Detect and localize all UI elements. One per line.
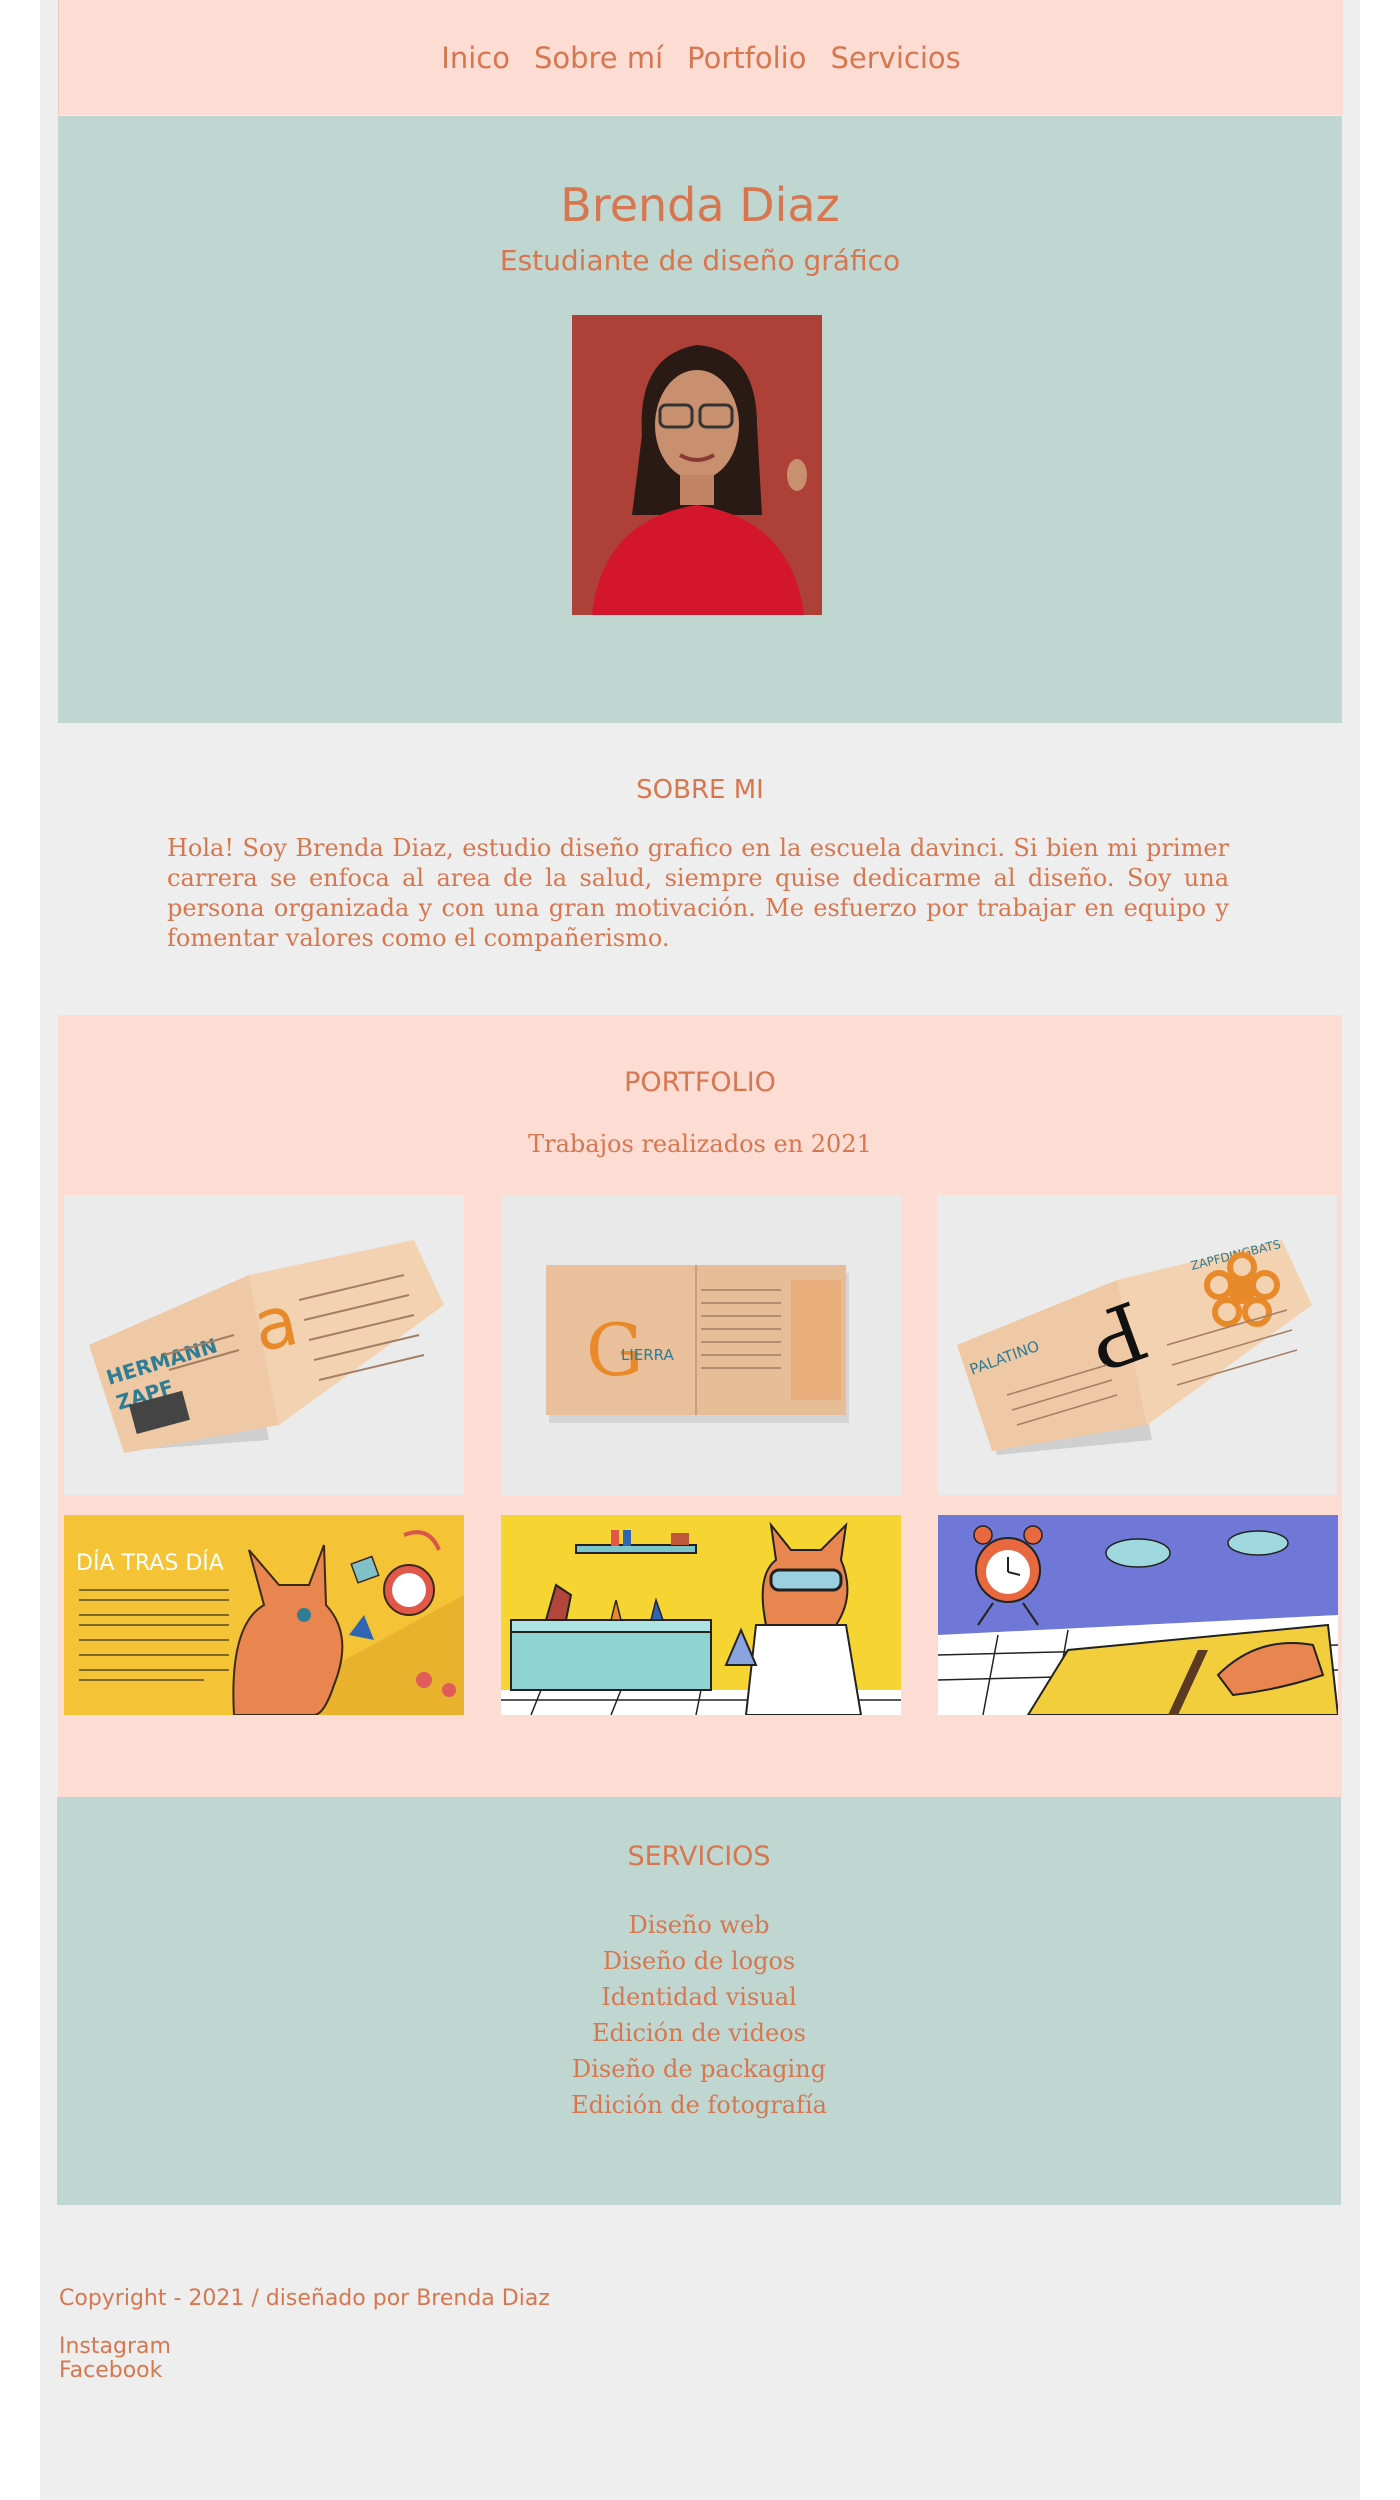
portfolio-subtitle: Trabajos realizados en 2021 <box>528 1130 872 1158</box>
nav-item-inicio[interactable]: Inico <box>441 41 510 75</box>
nav-item-servicios[interactable]: Servicios <box>830 41 960 75</box>
services-section: SERVICIOS Diseño web Diseño de logos Ide… <box>57 1797 1341 2205</box>
nav-item-portfolio[interactable]: Portfolio <box>687 41 806 75</box>
portfolio-item-2[interactable]: G LIERRA <box>501 1195 901 1495</box>
service-item: Edición de fotografía <box>571 2091 827 2119</box>
portfolio-item-4[interactable]: DÍA TRAS DÍA <box>64 1515 464 1715</box>
service-item: Edición de videos <box>592 2019 806 2047</box>
portfolio-title: PORTFOLIO <box>624 1067 776 1098</box>
portfolio-section: PORTFOLIO Trabajos realizados en 2021 a … <box>58 1015 1342 1797</box>
portfolio-item-6[interactable] <box>938 1515 1338 1715</box>
about-text: Hola! Soy Brenda Diaz, estudio diseño gr… <box>167 834 1229 952</box>
about-title: SOBRE MI <box>636 775 764 805</box>
facebook-link[interactable]: Facebook <box>59 2359 171 2383</box>
footer-links: Instagram Facebook <box>59 2335 171 2383</box>
services-list: Diseño web Diseño de logos Identidad vis… <box>57 1907 1341 2123</box>
nav-item-sobre-mi[interactable]: Sobre mí <box>534 41 663 75</box>
service-item: Diseño de logos <box>602 1947 796 1975</box>
page: Inico Sobre mí Portfolio Servicios Brend… <box>40 0 1360 2500</box>
portfolio-item-5[interactable] <box>501 1515 901 1715</box>
service-item: Diseño de packaging <box>572 2055 826 2083</box>
instagram-link[interactable]: Instagram <box>59 2335 171 2359</box>
illustration-title: DÍA TRAS DÍA <box>76 1550 224 1576</box>
services-title: SERVICIOS <box>627 1841 771 1872</box>
service-item: Diseño web <box>628 1911 770 1939</box>
service-item: Identidad visual <box>601 1983 797 2011</box>
hero-name: Brenda Diaz <box>560 178 840 232</box>
profile-photo <box>572 315 822 615</box>
top-nav: Inico Sobre mí Portfolio Servicios <box>58 0 1343 115</box>
portfolio-item-3[interactable]: P PALATINO ZAPFDINGBATS <box>937 1195 1337 1495</box>
hero-role: Estudiante de diseño gráfico <box>499 244 901 277</box>
portfolio-item-1[interactable]: a HERMANN ZAPF <box>64 1195 464 1495</box>
footer-copyright: Copyright - 2021 / diseñado por Brenda D… <box>59 2286 550 2311</box>
book-label-1: LIERRA <box>621 1346 674 1364</box>
hero-section: Brenda Diaz Estudiante de diseño gráfico <box>58 116 1342 723</box>
